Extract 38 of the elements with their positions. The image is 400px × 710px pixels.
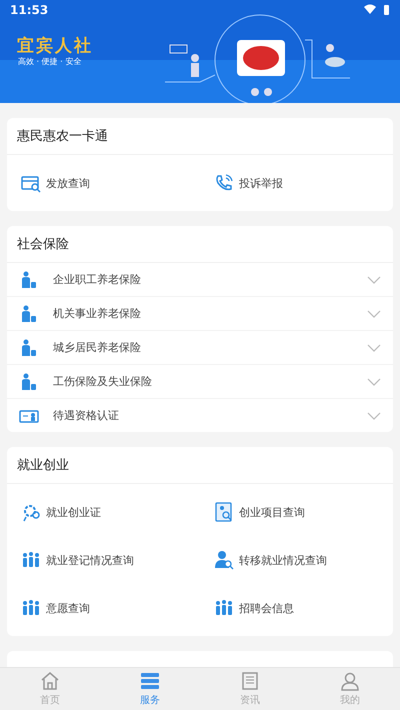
service-item[interactable]: 转移就业情况查询 bbox=[200, 536, 393, 584]
accordion-row[interactable]: 机关事业养老保险 bbox=[7, 297, 393, 331]
accordion-row[interactable]: 待遇资格认证 bbox=[7, 399, 393, 432]
accordion-row[interactable]: 城乡居民养老保险 bbox=[7, 331, 393, 365]
service-item[interactable]: 投诉举报 bbox=[200, 159, 393, 207]
phone-icon bbox=[214, 173, 234, 193]
person-icon bbox=[19, 270, 39, 290]
service-item[interactable]: 招聘会信息 bbox=[200, 584, 393, 632]
section-title: 就业创业 bbox=[17, 457, 69, 474]
person-icon bbox=[19, 304, 39, 324]
people-icon bbox=[21, 598, 41, 618]
service-item[interactable]: 意愿查询 bbox=[7, 584, 200, 632]
section-title: 社会保险 bbox=[17, 236, 69, 253]
accordion-row[interactable]: 工伤保险及失业保险 bbox=[7, 365, 393, 399]
banner-slogan: 高效 · 便捷 · 安全 bbox=[18, 56, 82, 67]
accordion-row[interactable]: 企业职工养老保险 bbox=[7, 263, 393, 297]
service-item[interactable]: 创业项目查询 bbox=[200, 488, 393, 536]
chevron-down-icon bbox=[367, 412, 381, 420]
chevron-down-icon bbox=[367, 378, 381, 386]
service-item[interactable]: 就业创业证 bbox=[7, 488, 200, 536]
banner-title: 宜宾人社 bbox=[17, 35, 93, 57]
service-item[interactable]: 就业登记情况查询 bbox=[7, 536, 200, 584]
chevron-down-icon bbox=[367, 276, 381, 284]
person-icon bbox=[19, 338, 39, 358]
people-icon bbox=[21, 550, 41, 570]
home-icon bbox=[39, 671, 61, 691]
person-icon bbox=[19, 372, 39, 392]
user-icon bbox=[339, 671, 361, 691]
user-search-icon bbox=[214, 550, 234, 570]
people-icon bbox=[214, 598, 234, 618]
chevron-down-icon bbox=[367, 344, 381, 352]
menu-icon bbox=[139, 671, 161, 691]
service-item[interactable]: 发放查询 bbox=[7, 159, 200, 207]
section-title: 惠民惠农一卡通 bbox=[17, 128, 108, 145]
status-time: 11:53 bbox=[10, 3, 48, 17]
document-search-icon bbox=[214, 502, 234, 522]
chevron-down-icon bbox=[367, 310, 381, 318]
wifi-battery-icon bbox=[364, 4, 390, 16]
